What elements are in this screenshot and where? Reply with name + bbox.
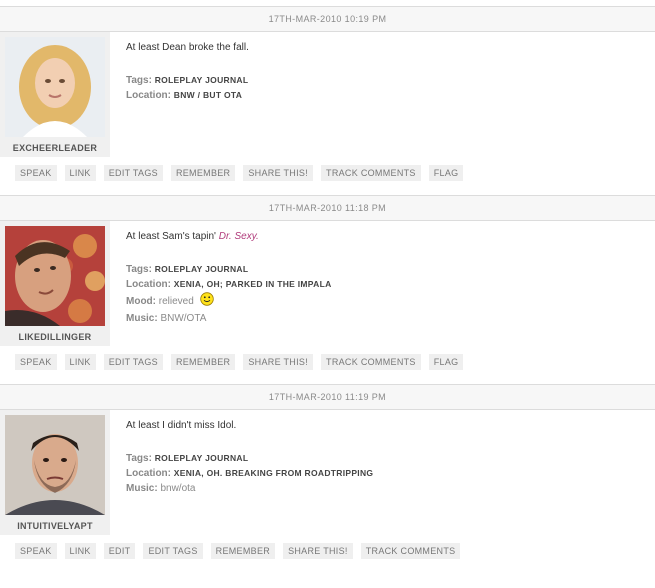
flag-button[interactable]: FLAG xyxy=(428,354,464,370)
remember-button[interactable]: REMEMBER xyxy=(170,354,236,370)
entry-subject: At least I didn't miss Idol. xyxy=(126,420,237,431)
speak-button[interactable]: SPEAK xyxy=(15,354,57,370)
share-button[interactable]: SHARE THIS! xyxy=(243,354,314,370)
avatar[interactable] xyxy=(5,37,105,137)
music-label: Music: xyxy=(126,483,158,494)
mood-label: Mood: xyxy=(126,296,156,308)
smiley-icon xyxy=(199,292,214,311)
mood-value: relieved xyxy=(158,296,194,308)
entry-content: At least Sam's tapin' Dr. Sexy. Tags: RO… xyxy=(110,221,655,346)
entry-meta: Tags: ROLEPLAY JOURNAL Location: XENIA, … xyxy=(126,451,655,496)
edit-tags-button[interactable]: EDIT TAGS xyxy=(103,165,163,181)
speak-button[interactable]: SPEAK xyxy=(15,543,57,559)
avatar-image xyxy=(5,415,105,515)
username[interactable]: EXCHEERLEADER xyxy=(0,137,110,157)
location-label: Location: xyxy=(126,468,171,479)
edit-tags-button[interactable]: EDIT TAGS xyxy=(143,543,203,559)
remember-button[interactable]: REMEMBER xyxy=(210,543,276,559)
entry-content: At least I didn't miss Idol. Tags: ROLEP… xyxy=(110,410,655,535)
username[interactable]: INTUITIVELYAPT xyxy=(0,515,110,535)
entry-date: 17TH-MAR-2010 11:19 PM xyxy=(0,384,655,410)
avatar-image xyxy=(5,37,105,137)
avatar-image xyxy=(5,226,105,326)
entry-actions: SPEAK LINK EDIT TAGS REMEMBER SHARE THIS… xyxy=(0,346,655,370)
tags-label: Tags: xyxy=(126,264,152,275)
entry-date: 17TH-MAR-2010 11:18 PM xyxy=(0,195,655,221)
entry-content: At least Dean broke the fall. Tags: ROLE… xyxy=(110,32,655,157)
flag-button[interactable]: FLAG xyxy=(428,165,464,181)
subject-emphasis: Dr. Sexy. xyxy=(218,231,259,242)
user-column: LIKEDILLINGER xyxy=(0,221,110,346)
tag-link[interactable]: ROLEPLAY JOURNAL xyxy=(155,264,249,274)
track-comments-button[interactable]: TRACK COMMENTS xyxy=(321,165,421,181)
location-value: XENIA, OH. BREAKING FROM ROADTRIPPING xyxy=(173,468,374,478)
remember-button[interactable]: REMEMBER xyxy=(170,165,236,181)
journal-entry: 17TH-MAR-2010 10:19 PM EXCHEERLEADER At … xyxy=(0,6,655,195)
link-button[interactable]: LINK xyxy=(64,354,96,370)
location-label: Location: xyxy=(126,279,171,290)
location-label: Location: xyxy=(126,90,171,101)
entry-actions: SPEAK LINK EDIT TAGS REMEMBER SHARE THIS… xyxy=(0,157,655,181)
share-button[interactable]: SHARE THIS! xyxy=(283,543,353,559)
entry-meta: Tags: ROLEPLAY JOURNAL Location: BNW / B… xyxy=(126,73,655,103)
avatar[interactable] xyxy=(5,415,105,515)
music-value: bnw/ota xyxy=(160,483,196,494)
music-label: Music: xyxy=(126,313,158,324)
user-column: EXCHEERLEADER xyxy=(0,32,110,157)
track-comments-button[interactable]: TRACK COMMENTS xyxy=(360,543,461,559)
edit-button[interactable]: EDIT xyxy=(103,543,136,559)
tags-label: Tags: xyxy=(126,75,152,86)
entry-meta: Tags: ROLEPLAY JOURNAL Location: XENIA, … xyxy=(126,262,655,326)
tag-link[interactable]: ROLEPLAY JOURNAL xyxy=(155,453,249,463)
journal-entry: 17TH-MAR-2010 11:18 PM LIKEDILLINGER At … xyxy=(0,195,655,384)
username[interactable]: LIKEDILLINGER xyxy=(0,326,110,346)
share-button[interactable]: SHARE THIS! xyxy=(243,165,314,181)
link-button[interactable]: LINK xyxy=(64,543,96,559)
avatar[interactable] xyxy=(5,226,105,326)
entry-actions: SPEAK LINK EDIT EDIT TAGS REMEMBER SHARE… xyxy=(0,535,655,559)
edit-tags-button[interactable]: EDIT TAGS xyxy=(103,354,163,370)
entry-date: 17TH-MAR-2010 10:19 PM xyxy=(0,6,655,32)
location-value: XENIA, OH; PARKED IN THE IMPALA xyxy=(173,279,332,289)
tags-label: Tags: xyxy=(126,453,152,464)
user-column: INTUITIVELYAPT xyxy=(0,410,110,535)
location-value: BNW / BUT OTA xyxy=(173,90,243,100)
journal-entry: 17TH-MAR-2010 11:19 PM INTUITIVELYAPT At xyxy=(0,384,655,559)
music-value: BNW/OTA xyxy=(160,313,207,324)
track-comments-button[interactable]: TRACK COMMENTS xyxy=(321,354,421,370)
link-button[interactable]: LINK xyxy=(64,165,96,181)
entry-subject: At least Sam's tapin' Dr. Sexy. xyxy=(126,231,259,242)
tag-link[interactable]: ROLEPLAY JOURNAL xyxy=(155,75,249,85)
speak-button[interactable]: SPEAK xyxy=(15,165,57,181)
entry-subject: At least Dean broke the fall. xyxy=(126,42,249,53)
